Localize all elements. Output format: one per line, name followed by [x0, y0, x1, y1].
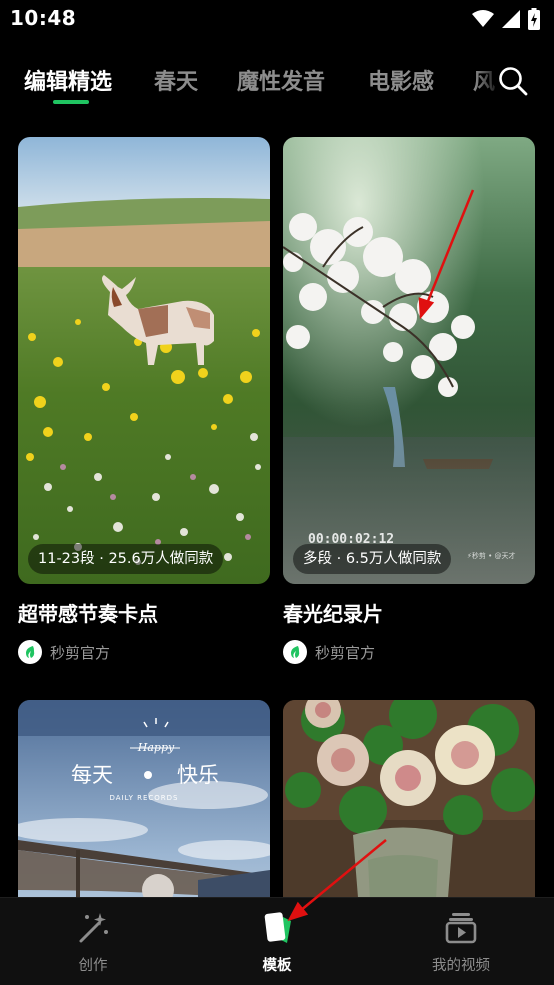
status-icons	[472, 8, 540, 30]
author-logo-icon	[283, 640, 307, 664]
signal-icon	[502, 10, 520, 28]
template-author: 秒剪官方	[18, 639, 270, 665]
template-title: 超带感节奏卡点	[18, 602, 158, 626]
active-tab-indicator	[53, 100, 89, 104]
tab-funny-voice[interactable]: 魔性发音	[237, 64, 325, 96]
status-time: 10:48	[10, 6, 77, 30]
template-card[interactable]: 00:00:02:12 ⚡秒剪 • @天才 多段 · 6.5万人做同款 春光纪录…	[283, 137, 535, 665]
video-library-icon	[445, 913, 477, 944]
overlay-watermark: ⚡秒剪 • @天才	[467, 551, 516, 560]
tab-spring[interactable]: 春天	[154, 64, 198, 96]
nav-templates-label: 模板	[262, 958, 292, 974]
nav-templates[interactable]: 模板	[217, 908, 337, 975]
template-title: 春光纪录片	[283, 602, 383, 626]
nav-create-label: 创作	[78, 958, 108, 974]
search-icon	[499, 67, 528, 96]
status-bar: 10:48	[0, 0, 554, 40]
overlay-text-left: 每天	[71, 763, 113, 787]
author-name: 秒剪官方	[315, 643, 376, 662]
overlay-text-right: 快乐	[177, 763, 219, 787]
wifi-icon	[472, 10, 494, 27]
author-name: 秒剪官方	[50, 643, 111, 662]
nav-my-videos-label: 我的视频	[432, 958, 490, 974]
template-author: 秒剪官方	[283, 639, 535, 665]
nav-my-videos[interactable]: 我的视频	[401, 908, 521, 975]
meadow-goat-image	[18, 137, 270, 584]
overlay-badge-text: Happy	[137, 741, 175, 754]
author-logo-icon	[18, 640, 42, 664]
template-card-icon	[264, 912, 291, 943]
search-button[interactable]	[474, 58, 554, 108]
template-card[interactable]: 11-23段 · 25.6万人做同款 超带感节奏卡点 秒剪官方	[18, 137, 270, 665]
cherry-blossom-lake-image: 00:00:02:12 ⚡秒剪 • @天才	[283, 137, 535, 584]
template-thumbnail[interactable]: 11-23段 · 25.6万人做同款	[18, 137, 270, 584]
category-tabs: 编辑精选 春天 魔性发音 电影感 风	[0, 58, 554, 108]
template-thumbnail[interactable]: 00:00:02:12 ⚡秒剪 • @天才 多段 · 6.5万人做同款	[283, 137, 535, 584]
tab-editors-pick[interactable]: 编辑精选	[24, 64, 112, 96]
usage-badge: 多段 · 6.5万人做同款	[293, 544, 452, 574]
tab-cinematic[interactable]: 电影感	[368, 64, 434, 96]
overlay-caption: DAILY RECORDS	[110, 794, 179, 802]
magic-wand-icon	[79, 913, 108, 943]
usage-badge: 11-23段 · 25.6万人做同款	[28, 544, 224, 574]
battery-icon	[528, 8, 540, 30]
bottom-navigation: 创作 模板 我的视频	[0, 897, 554, 985]
nav-create[interactable]: 创作	[33, 908, 153, 975]
